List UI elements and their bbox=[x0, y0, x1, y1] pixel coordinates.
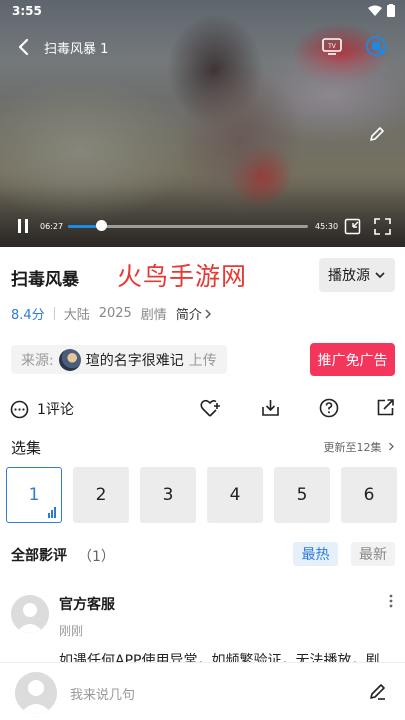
divider bbox=[53, 307, 55, 320]
uploader-info: 来源: 瑄的名字很难记 上传 bbox=[11, 345, 227, 374]
episode-item[interactable]: 5 bbox=[274, 467, 330, 523]
episodes-heading: 选集 bbox=[11, 439, 42, 457]
overlay-mode-icon[interactable] bbox=[365, 35, 387, 57]
chevron-right-icon bbox=[205, 309, 211, 318]
genre: 剧情 bbox=[140, 308, 167, 323]
back-icon[interactable] bbox=[14, 37, 34, 57]
episode-number: 3 bbox=[162, 485, 174, 505]
year: 2025 bbox=[98, 306, 132, 321]
reviewer-avatar[interactable] bbox=[11, 595, 49, 633]
current-time: 06:27 bbox=[40, 222, 64, 231]
episode-item[interactable]: 1 bbox=[6, 467, 62, 523]
episodes-update-note: 更新至12集 bbox=[323, 441, 382, 454]
pause-icon[interactable] bbox=[15, 218, 31, 234]
show-meta: 8.4分 大陆 2025 剧情 简介 bbox=[11, 304, 212, 323]
intro-link[interactable]: 简介 bbox=[176, 304, 202, 323]
episode-list: 1 2 3 4 5 6 bbox=[6, 467, 397, 523]
comment-composer: 我来说几句 bbox=[0, 662, 405, 720]
watermark-text: 火鸟手游网 bbox=[117, 262, 248, 291]
upload-suffix: 上传 bbox=[188, 352, 217, 369]
video-player[interactable]: 3:55 扫毒风暴 1 TV 06:27 45:30 bbox=[0, 0, 405, 247]
episode-number: 2 bbox=[95, 485, 107, 505]
comment-input[interactable]: 我来说几句 bbox=[70, 684, 135, 703]
play-source-button[interactable]: 播放源 bbox=[319, 258, 395, 292]
more-options-icon[interactable] bbox=[389, 594, 393, 608]
source-label: 来源: bbox=[21, 352, 54, 369]
reviews-count: （1） bbox=[78, 549, 115, 565]
favorite-add-icon[interactable] bbox=[200, 398, 221, 418]
fullscreen-icon[interactable] bbox=[374, 218, 391, 235]
episode-title: 扫毒风暴 1 bbox=[44, 42, 109, 57]
default-avatar-icon bbox=[11, 595, 49, 633]
player-controls: 06:27 45:30 bbox=[0, 214, 405, 238]
reviews-heading: 全部影评 bbox=[11, 548, 67, 564]
comment-button[interactable]: 1评论 bbox=[10, 399, 74, 419]
tv-cast-icon[interactable]: TV bbox=[321, 35, 343, 57]
episodes-update-link[interactable]: 更新至12集 bbox=[324, 439, 396, 455]
episode-number: 4 bbox=[229, 485, 241, 505]
duration: 45:30 bbox=[315, 222, 339, 231]
episode-item[interactable]: 3 bbox=[140, 467, 196, 523]
chevron-right-icon bbox=[389, 442, 394, 451]
comment-count: 1评论 bbox=[37, 402, 74, 418]
playing-indicator-icon bbox=[48, 507, 56, 518]
promo-ad-free-button[interactable]: 推广免广告 bbox=[310, 343, 395, 376]
reviewer-name: 官方客服 bbox=[59, 597, 115, 613]
share-icon[interactable] bbox=[376, 398, 395, 417]
wifi-icon bbox=[368, 5, 382, 16]
region: 大陆 bbox=[63, 308, 90, 323]
default-avatar-icon bbox=[15, 672, 57, 714]
show-title: 扫毒风暴 bbox=[11, 270, 79, 290]
episode-number: 5 bbox=[296, 485, 308, 505]
action-bar: 1评论 bbox=[0, 396, 405, 422]
play-source-label: 播放源 bbox=[328, 268, 370, 284]
comment-icon bbox=[10, 400, 29, 418]
help-icon[interactable] bbox=[319, 398, 339, 418]
uploader-name[interactable]: 瑄的名字很难记 bbox=[86, 350, 184, 370]
episode-number: 6 bbox=[363, 485, 375, 505]
episode-number: 1 bbox=[28, 485, 40, 505]
danmaku-edit-icon[interactable] bbox=[368, 125, 386, 143]
progress-handle[interactable] bbox=[96, 220, 108, 231]
sort-hot-tab[interactable]: 最热 bbox=[293, 542, 338, 566]
score: 8.4分 bbox=[11, 308, 45, 323]
pencil-icon[interactable] bbox=[368, 682, 387, 701]
my-avatar bbox=[15, 672, 57, 714]
status-bar: 3:55 bbox=[0, 0, 405, 22]
chevron-down-icon bbox=[375, 272, 385, 279]
sort-new-tab[interactable]: 最新 bbox=[351, 542, 395, 566]
review-time: 刚刚 bbox=[59, 624, 84, 638]
picture-in-picture-icon[interactable] bbox=[344, 218, 361, 235]
uploader-avatar[interactable] bbox=[58, 348, 81, 371]
battery-icon bbox=[387, 4, 395, 17]
svg-text:TV: TV bbox=[327, 43, 337, 50]
episode-item[interactable]: 6 bbox=[341, 467, 397, 523]
download-icon[interactable] bbox=[261, 398, 280, 417]
episode-item[interactable]: 2 bbox=[73, 467, 129, 523]
episode-item[interactable]: 4 bbox=[207, 467, 263, 523]
status-time: 3:55 bbox=[12, 4, 42, 18]
